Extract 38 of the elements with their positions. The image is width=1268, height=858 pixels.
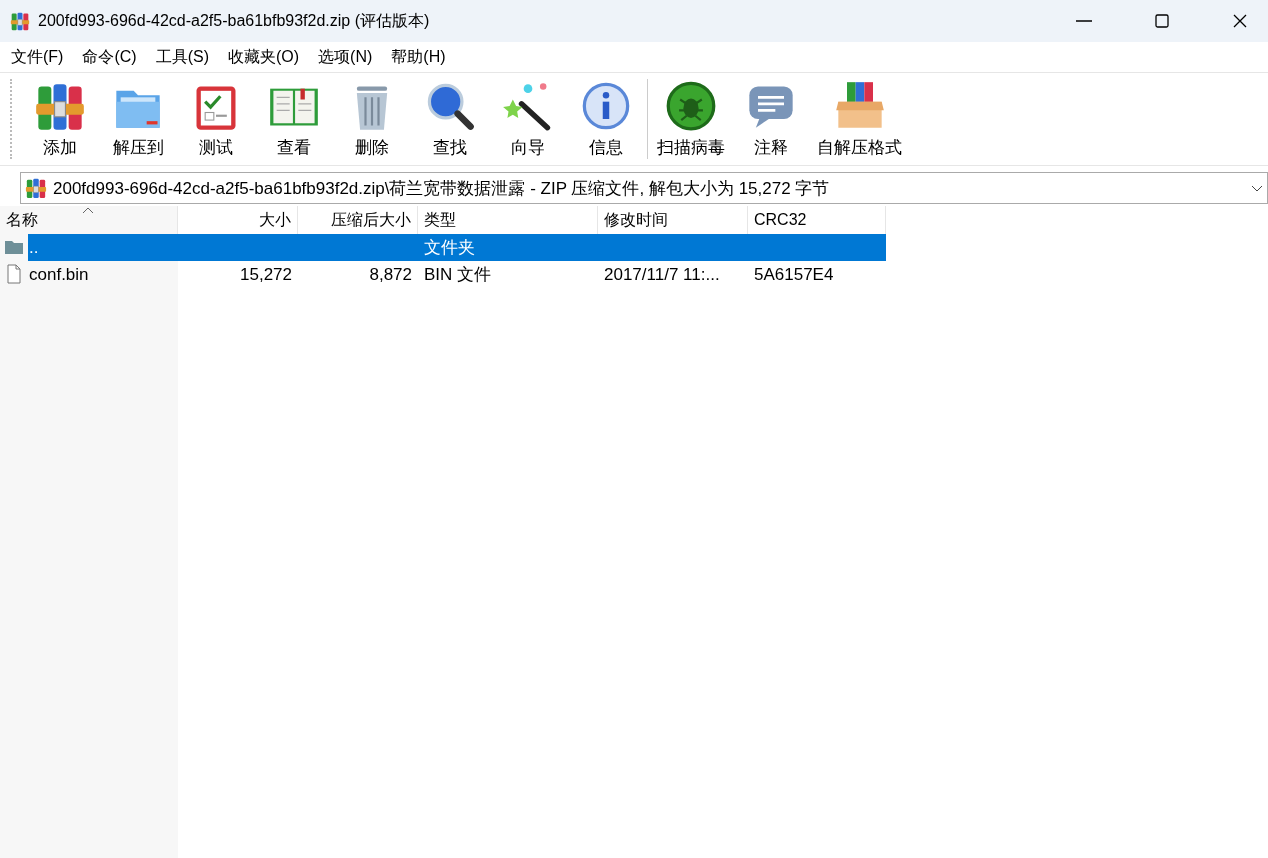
maximize-icon — [1154, 13, 1170, 29]
toolbar-button[interactable]: 向导 — [489, 80, 567, 165]
info-icon — [580, 80, 632, 132]
address-bar[interactable]: 200fd993-696d-42cd-a2f5-ba61bfb93f2d.zip\荷兰宽带数据泄露 - ZIP 压缩文件, 解包大小为 15,272 字节 — [20, 172, 1268, 204]
toolbar-button[interactable]: 测试 — [177, 80, 255, 165]
toolbar-button[interactable]: 信息 — [567, 80, 645, 165]
file-icon — [4, 264, 24, 284]
table-cell: 2017/11/7 11:... — [604, 264, 720, 285]
table-cell: 5A6157E4 — [754, 264, 834, 285]
table-row[interactable]: conf.bin 15,272 8,872 BIN 文件 2017/11/7 11:... 5A6157E4 — [28, 261, 886, 288]
file-name: .. — [28, 236, 40, 259]
file-name: conf.bin — [28, 263, 90, 286]
menu-item[interactable]: 帮助(H) — [382, 44, 455, 70]
toolbar-button[interactable]: 注释 — [732, 80, 810, 165]
menu-item[interactable]: 工具(S) — [146, 44, 218, 70]
table-cell-text: BIN 文件 — [424, 264, 492, 286]
table-cell-text: 文件夹 — [424, 237, 475, 259]
minimize-icon — [1076, 20, 1092, 22]
toolbar-button[interactable]: 自解压格式 — [810, 80, 909, 165]
table-cell: 15,272 — [240, 264, 292, 285]
sort-caret-icon — [82, 206, 94, 214]
table-cell: 8,872 — [369, 264, 412, 285]
toolbar-button[interactable]: 添加 — [21, 80, 99, 165]
archive-books-icon — [10, 11, 30, 31]
menu-item[interactable]: 收藏夹(O) — [219, 44, 309, 70]
toolbar-button[interactable]: 扫描病毒 — [650, 80, 732, 165]
toolbar-button[interactable]: 删除 — [333, 80, 411, 165]
bug-icon — [665, 80, 717, 132]
toolbar-button[interactable]: 解压到 — [99, 80, 177, 165]
archive-books-icon — [25, 177, 47, 199]
window-title: 200fd993-696d-42cd-a2f5-ba61bfb93f2d.zip (评估版本) — [38, 10, 431, 31]
menu-item[interactable]: 命令(C) — [73, 44, 146, 70]
toolbar-button[interactable]: 查看 — [255, 80, 333, 165]
menu-item[interactable]: 选项(N) — [309, 44, 382, 70]
toolbar-button[interactable]: 查找 — [411, 80, 489, 165]
menu-item[interactable]: 文件(F) — [2, 44, 73, 70]
close-icon — [1232, 13, 1248, 29]
archive-path: 200fd993-696d-42cd-a2f5-ba61bfb93f2d.zip\荷兰宽带数据泄露 - ZIP 压缩文件, 解包大小为 15,272 字节 — [53, 177, 831, 200]
